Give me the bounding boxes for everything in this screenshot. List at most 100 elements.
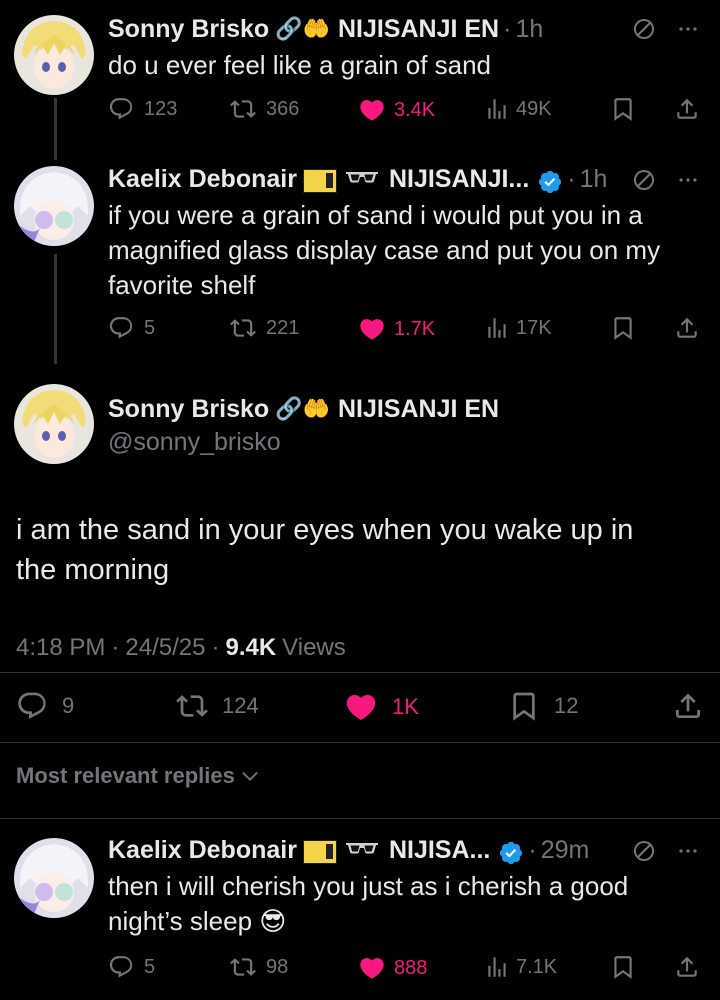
reply-button[interactable]: 123 [108,96,177,122]
retweet-count: 98 [266,955,289,978]
author-name[interactable]: Kaelix Debonair [108,836,297,865]
retweet-count: 124 [222,693,259,718]
retweet-button[interactable]: 124 [176,690,259,722]
share-button[interactable] [674,954,700,980]
retweet-count: 221 [266,316,300,339]
reply-sort-dropdown[interactable]: Most relevant replies [16,763,261,789]
retweet-count: 366 [266,97,300,120]
timestamp[interactable]: 1h [580,165,608,194]
views-icon [484,96,510,122]
share-button[interactable] [674,315,700,341]
chevron-down-icon [239,765,261,787]
like-button[interactable]: 1K [344,690,419,724]
reply-button[interactable]: 5 [108,954,155,980]
views-icon [484,954,510,980]
views-button[interactable]: 17K [484,315,552,341]
tweet-text-line: magnified glass display case and put you… [108,235,661,265]
share-button[interactable] [674,96,700,122]
name-emojis: 🔗🤲 [275,396,330,421]
views-button[interactable]: 49K [484,96,552,122]
grok-icon[interactable] [632,168,656,197]
bookmark-button[interactable] [610,96,636,122]
post-time[interactable]: 4:18 PM [16,634,105,662]
affiliation: NIJISANJI... [388,164,530,193]
heart-icon [358,96,386,124]
share-button[interactable] [672,690,704,722]
affiliation: NIJISA... [388,835,491,864]
author-name[interactable]: Sonny Brisko [108,395,269,424]
author-handle[interactable]: @sonny_brisko [108,428,281,457]
retweet-button[interactable]: 366 [230,96,299,122]
reply-count: 5 [144,316,156,339]
more-icon[interactable] [676,839,700,868]
reply-icon [16,690,48,722]
focus-meta: 4:18 PM · 24/5/25 · 9.4K Views [16,634,346,662]
retweet-icon [176,690,208,722]
avatar[interactable] [14,166,94,246]
affiliation: NIJISANJI EN [337,14,500,43]
like-button[interactable]: 3.4K [358,96,435,124]
thread-line [54,254,57,364]
views-count: 49K [516,97,552,120]
tweet-text-line: favorite shelf [108,270,256,300]
avatar[interactable] [14,838,94,918]
avatar[interactable] [14,384,94,464]
verified-icon [537,169,563,195]
separator-dot: · [528,835,537,864]
divider [0,672,720,673]
grok-icon[interactable] [632,17,656,46]
like-count: 1.7K [394,317,436,340]
bookmark-button[interactable] [610,954,636,980]
bookmark-button[interactable] [610,315,636,341]
ticket-badge-icon [302,840,337,864]
verified-icon [498,840,524,866]
like-count: 888 [394,956,428,979]
author-name[interactable]: Kaelix Debonair [108,165,297,194]
focus-tweet-text: i am the sand in your eyes when you wake… [16,510,633,590]
thread-line [54,98,57,160]
views-icon [484,315,510,341]
timestamp[interactable]: 29m [541,836,590,865]
reply-button[interactable]: 9 [16,690,74,722]
bookmark-button[interactable]: 12 [508,690,578,722]
like-button[interactable]: 1.7K [358,315,435,343]
divider [0,742,720,743]
bookmark-icon [508,690,540,722]
tweet-header: Kaelix Debonair NIJISA... · 29m [108,834,589,866]
like-button[interactable]: 888 [358,954,427,982]
reply-icon [108,96,134,122]
grok-icon[interactable] [632,839,656,868]
timestamp[interactable]: 1h [515,15,543,44]
views-button[interactable]: 7.1K [484,954,557,980]
share-icon [674,96,700,122]
heart-icon [358,315,386,343]
reply-count: 5 [144,955,156,978]
views-count: 7.1K [516,955,558,978]
more-icon[interactable] [676,17,700,46]
reply-icon [108,954,134,980]
reply-sort-label: Most relevant replies [16,763,235,788]
retweet-button[interactable]: 98 [230,954,288,980]
author-name[interactable]: Sonny Brisko [108,15,269,44]
avatar[interactable] [14,15,94,95]
sunglasses-badge-icon [345,170,379,184]
heart-icon [344,690,378,724]
separator-dot: · [567,164,576,193]
like-count: 3.4K [394,98,436,121]
retweet-icon [230,315,256,341]
tweet-text: then i will cherish you just as i cheris… [108,869,628,939]
bookmark-icon [610,315,636,341]
share-icon [674,315,700,341]
reply-button[interactable]: 5 [108,315,155,341]
name-emojis: 🔗🤲 [275,16,330,41]
retweet-button[interactable]: 221 [230,315,299,341]
reply-count: 123 [144,97,178,120]
tweet-text: if you were a grain of sand i would put … [108,198,660,303]
share-icon [674,954,700,980]
retweet-icon [230,96,256,122]
post-date[interactable]: 24/5/25 [125,634,205,662]
more-icon[interactable] [676,168,700,197]
heart-icon [358,954,386,982]
like-count: 1K [392,694,419,719]
focus-header: Sonny Brisko 🔗🤲 NIJISANJI EN [108,394,499,424]
